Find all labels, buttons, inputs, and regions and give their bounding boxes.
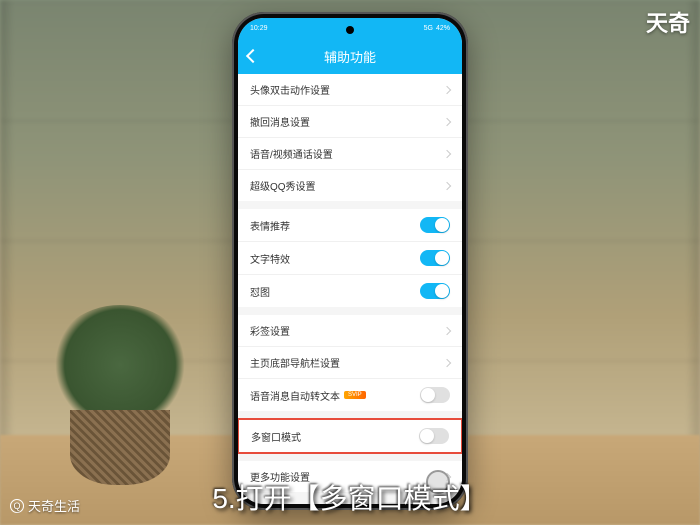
plant-decor xyxy=(50,305,190,485)
settings-group: 表情推荐文字特效怼图 xyxy=(238,209,462,307)
phone-frame: 10:29 5G 42% 辅助功能 头像双击动作设置撤回消息设置语音/视频通话设… xyxy=(232,12,468,510)
row-label: 超级QQ秀设置 xyxy=(250,178,316,193)
status-battery: 42% xyxy=(436,25,450,32)
chevron-right-icon xyxy=(443,181,451,189)
watermark-text: 天奇生活 xyxy=(28,496,80,515)
row-label: 怼图 xyxy=(250,284,270,299)
settings-row[interactable]: 头像双击动作设置 xyxy=(238,74,462,106)
row-label: 语音消息自动转文本SVIP xyxy=(250,388,366,403)
instruction-caption: 5.打开【多窗口模式】 xyxy=(212,477,487,517)
settings-row[interactable]: 彩签设置 xyxy=(238,315,462,347)
row-label: 多窗口模式 xyxy=(251,429,301,444)
settings-row[interactable]: 语音/视频通话设置 xyxy=(238,138,462,170)
settings-list[interactable]: 头像双击动作设置撤回消息设置语音/视频通话设置超级QQ秀设置表情推荐文字特效怼图… xyxy=(238,74,462,504)
watermark-top-right: 天奇 xyxy=(646,6,690,38)
settings-row[interactable]: 语音消息自动转文本SVIP xyxy=(238,379,462,411)
chevron-right-icon xyxy=(443,85,451,93)
row-label: 头像双击动作设置 xyxy=(250,82,330,97)
watermark-bottom-left: Q 天奇生活 xyxy=(10,496,80,515)
svip-badge: SVIP xyxy=(344,391,366,399)
settings-group: 多窗口模式 xyxy=(238,418,462,454)
status-time: 10:29 xyxy=(250,25,268,32)
row-label: 主页底部导航栏设置 xyxy=(250,355,340,370)
page-title: 辅助功能 xyxy=(324,47,376,66)
toggle-switch[interactable] xyxy=(420,217,450,233)
row-label: 撤回消息设置 xyxy=(250,114,310,129)
chevron-right-icon xyxy=(443,117,451,125)
toggle-switch[interactable] xyxy=(420,283,450,299)
row-label: 语音/视频通话设置 xyxy=(250,146,333,161)
chevron-right-icon xyxy=(443,326,451,334)
watermark-logo-icon: Q xyxy=(10,499,24,513)
toggle-switch[interactable] xyxy=(420,250,450,266)
row-label: 彩签设置 xyxy=(250,323,290,338)
settings-row[interactable]: 主页底部导航栏设置 xyxy=(238,347,462,379)
settings-row[interactable]: 超级QQ秀设置 xyxy=(238,170,462,201)
row-label: 表情推荐 xyxy=(250,218,290,233)
settings-row[interactable]: 撤回消息设置 xyxy=(238,106,462,138)
toggle-switch[interactable] xyxy=(419,428,449,444)
camera-hole-icon xyxy=(346,26,354,34)
settings-row[interactable]: 文字特效 xyxy=(238,242,462,275)
settings-group: 头像双击动作设置撤回消息设置语音/视频通话设置超级QQ秀设置 xyxy=(238,74,462,201)
status-signal: 5G xyxy=(424,25,433,32)
app-header: 辅助功能 xyxy=(238,38,462,74)
settings-row[interactable]: 多窗口模式 xyxy=(238,418,462,454)
back-icon[interactable] xyxy=(246,49,260,63)
settings-group: 彩签设置主页底部导航栏设置语音消息自动转文本SVIP xyxy=(238,315,462,411)
settings-row[interactable]: 怼图 xyxy=(238,275,462,307)
phone-screen: 10:29 5G 42% 辅助功能 头像双击动作设置撤回消息设置语音/视频通话设… xyxy=(238,18,462,504)
chevron-right-icon xyxy=(443,358,451,366)
row-label: 文字特效 xyxy=(250,251,290,266)
chevron-right-icon xyxy=(443,149,451,157)
toggle-switch[interactable] xyxy=(420,387,450,403)
settings-row[interactable]: 表情推荐 xyxy=(238,209,462,242)
